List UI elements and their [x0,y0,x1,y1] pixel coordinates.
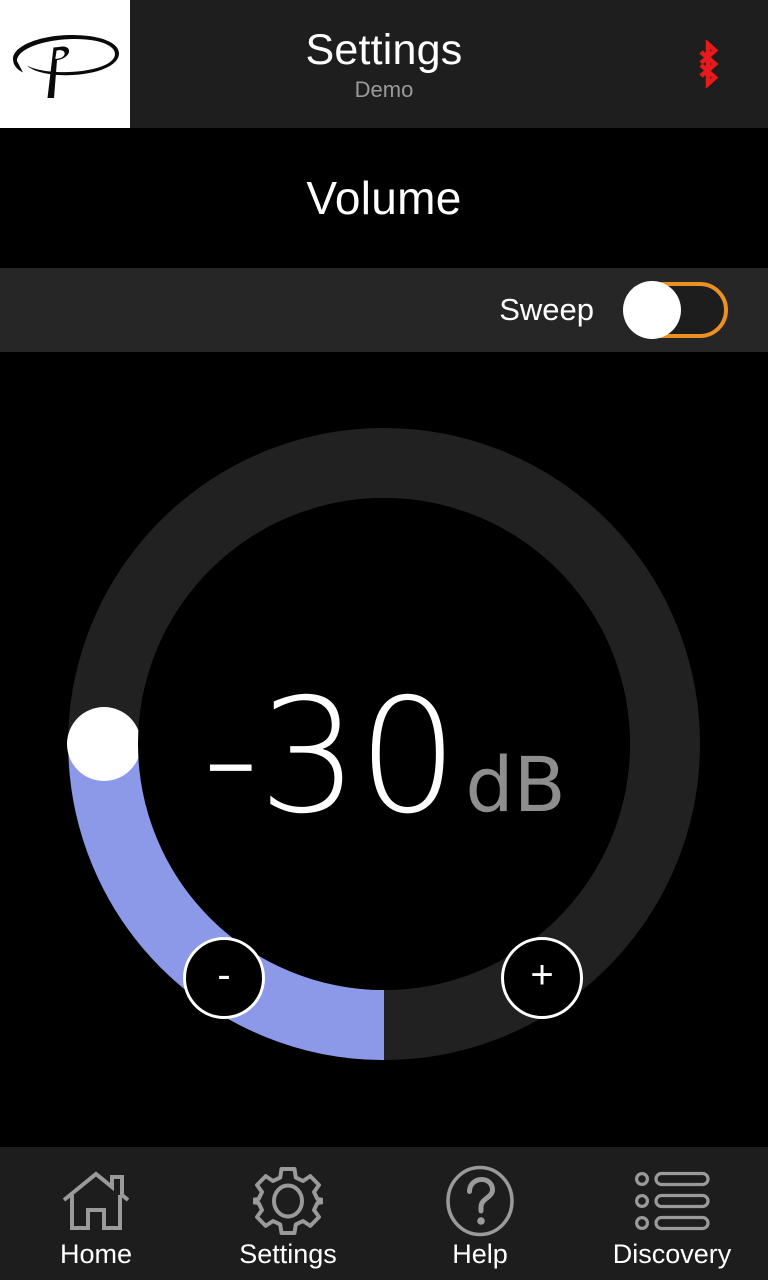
nav-label-settings: Settings [239,1239,337,1269]
list-icon [634,1165,710,1237]
sweep-toggle[interactable] [623,281,728,339]
section-header: Volume [0,128,768,268]
brand-logo [0,0,130,128]
gear-icon [253,1165,323,1237]
app-header: Settings Demo [0,0,768,128]
nav-item-home[interactable]: Home [0,1147,192,1280]
page-title: Settings [305,25,463,74]
question-circle-icon [445,1165,515,1237]
home-icon [60,1165,132,1237]
dial-inner-disc [138,498,630,990]
bluetooth-icon[interactable] [688,38,728,90]
sweep-row: Sweep [0,268,768,352]
dial-thumb[interactable] [67,707,141,781]
bottom-navigation: Home Settings Help Discovery [0,1145,768,1280]
volume-decrease-button[interactable]: - [183,937,265,1019]
nav-item-discovery[interactable]: Discovery [576,1147,768,1280]
minus-icon: - [217,953,231,997]
header-title-group: Settings Demo [130,0,768,128]
nav-label-discovery: Discovery [612,1239,732,1269]
app-root: Settings Demo Volume Sweep -30 dB - + Ho… [0,0,768,1280]
plus-icon: + [530,953,554,997]
sweep-label: Sweep [499,292,594,327]
nav-label-help: Help [452,1239,508,1269]
section-title: Volume [306,172,462,224]
nav-item-help[interactable]: Help [384,1147,576,1280]
volume-dial[interactable]: -30 dB - + [0,352,768,1145]
paradigm-p-logo-icon [9,26,121,102]
sweep-toggle-knob [623,281,681,339]
volume-increase-button[interactable]: + [501,937,583,1019]
volume-dial-graphic[interactable] [0,352,768,1145]
nav-item-settings[interactable]: Settings [192,1147,384,1280]
nav-label-home: Home [59,1239,133,1269]
page-subtitle: Demo [354,76,414,102]
